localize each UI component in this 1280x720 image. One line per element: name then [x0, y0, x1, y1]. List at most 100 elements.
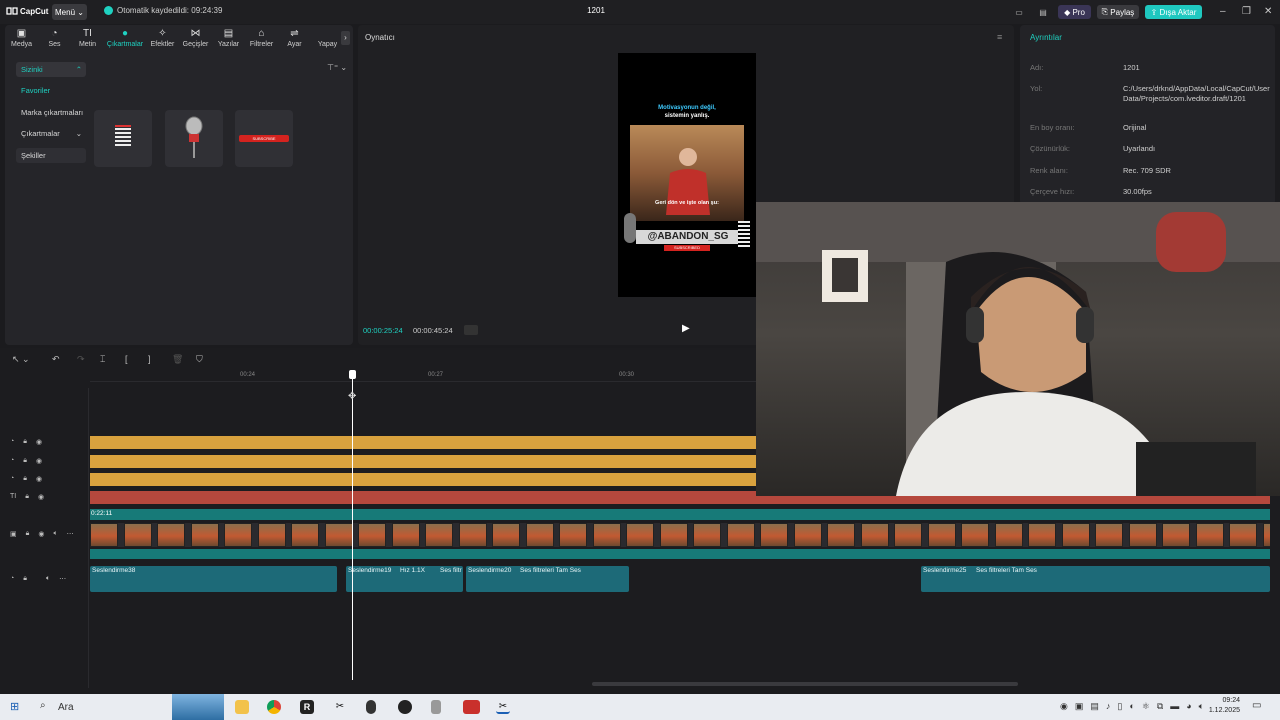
- current-time: 00:00:25:24: [363, 326, 403, 335]
- search-icon[interactable]: ⌕: [40, 700, 46, 711]
- eye-icon[interactable]: ◉: [38, 493, 44, 501]
- taskbar-search[interactable]: Ara: [58, 702, 74, 713]
- video-track-icon: ▣: [10, 531, 17, 538]
- shortcut-icon[interactable]: ▤: [1036, 5, 1050, 19]
- share-button[interactable]: ⎘ Paylaş: [1097, 5, 1139, 19]
- video-thumbnail: [1028, 523, 1056, 547]
- clock-date[interactable]: 1.12.2025: [1200, 707, 1240, 714]
- sidebar-item-shapes[interactable]: Şekiller: [16, 148, 86, 163]
- video-clip-header[interactable]: 0:22:11: [90, 509, 1270, 520]
- sticker-track-icon: ◔: [10, 475, 15, 482]
- text-track-icon: TI: [10, 493, 17, 500]
- track-controls: ◔ 🔒︎ 🔈︎ ⋯: [10, 575, 66, 583]
- more-icon[interactable]: ⋯: [59, 575, 66, 583]
- media-icon: ▣: [16, 28, 27, 39]
- track-controls: ◔ 🔒︎ ◉: [10, 475, 42, 483]
- tab-audio[interactable]: ◔ Ses: [38, 25, 71, 51]
- audio-clip[interactable]: Seslendirme19 Hız 1.1X Ses filtr: [346, 566, 463, 592]
- subscribe-badge: SUBSCRIBE: [239, 135, 289, 142]
- caption-top-line2: sistemin yanlış.: [664, 113, 710, 119]
- obs-icon[interactable]: [398, 700, 412, 714]
- player-menu-icon[interactable]: ≡: [997, 32, 1002, 42]
- lock-icon[interactable]: 🔒︎: [26, 530, 30, 538]
- lock-icon[interactable]: 🔒︎: [25, 493, 29, 501]
- layout-icon[interactable]: ▭: [1012, 5, 1026, 19]
- title-bar: CapCut Menü ⌄ Otomatik kaydedildi: 09:24…: [0, 0, 1280, 24]
- caption-top: Motivasyonun değil,: [658, 105, 716, 111]
- notification-icon[interactable]: ▭: [1252, 700, 1261, 711]
- split-left-icon[interactable]: [: [125, 354, 128, 364]
- audio-clip[interactable]: Seslendirme20 Ses filtreleri Tam Ses: [466, 566, 629, 592]
- voicemeeter-icon[interactable]: [463, 700, 480, 714]
- tab-ai[interactable]: Yapay: [311, 25, 344, 51]
- sticker-equalizer[interactable]: [94, 110, 152, 167]
- minimize-icon[interactable]: –: [1220, 6, 1226, 17]
- close-icon[interactable]: ✕: [1264, 6, 1272, 17]
- widgets-icon[interactable]: [172, 694, 224, 720]
- video-thumbnail: [458, 523, 487, 547]
- windows-start-icon[interactable]: ⊞: [10, 700, 19, 713]
- r-app-icon[interactable]: R: [300, 700, 314, 714]
- tab-filters[interactable]: ⌂ Filtreler: [245, 25, 278, 51]
- delete-icon[interactable]: 🗑: [172, 354, 183, 365]
- eye-icon[interactable]: ◉: [36, 475, 42, 483]
- sidebar-item-favorites[interactable]: Favoriler: [16, 83, 86, 98]
- speaker-icon[interactable]: 🔈︎: [53, 530, 57, 538]
- clock-time[interactable]: 09:24: [1206, 697, 1240, 704]
- equalizer-overlay: [738, 221, 750, 247]
- audio-clip[interactable]: Seslendirme25 Ses filtreleri Tam Ses: [921, 566, 1270, 592]
- tab-effects[interactable]: ✧ Efektler: [146, 25, 179, 51]
- pro-button[interactable]: ◆ Pro: [1058, 5, 1091, 19]
- speaker-icon[interactable]: 🔈︎: [46, 575, 50, 583]
- play-icon[interactable]: ▶: [682, 323, 690, 334]
- mic-app-icon[interactable]: [366, 700, 376, 714]
- sticker-microphone[interactable]: [165, 110, 223, 167]
- chrome-icon[interactable]: [267, 700, 281, 714]
- export-button[interactable]: ⇪ Dışa Aktar: [1145, 5, 1202, 19]
- tab-bar: ▣ Medya ◔ Ses TI Metin ● Çıkartmalar ✧ Efektl…: [5, 25, 353, 51]
- video-preview[interactable]: Motivasyonun değil, sistemin yanlış. Ger…: [618, 53, 756, 297]
- handle-text: @ABANDON_SG: [636, 230, 740, 244]
- playhead-handle[interactable]: [349, 370, 356, 379]
- lock-icon[interactable]: 🔒︎: [23, 438, 27, 446]
- system-tray-icons[interactable]: ◉▣▤♪▯◐⚛⧉▬◕🔈︎: [1060, 701, 1211, 712]
- maximize-icon[interactable]: ❐: [1242, 6, 1251, 17]
- split-icon[interactable]: ⌶: [100, 354, 105, 365]
- sticker-subscribe[interactable]: SUBSCRIBE: [235, 110, 293, 167]
- tab-media[interactable]: ▣ Medya: [5, 25, 38, 51]
- eye-icon[interactable]: ◉: [36, 438, 42, 446]
- eye-icon[interactable]: ◉: [36, 457, 42, 465]
- capcut-active-icon[interactable]: ✂: [496, 700, 510, 714]
- lock-icon[interactable]: 🔒︎: [23, 475, 27, 483]
- tab-transitions[interactable]: ⋈ Geçişler: [179, 25, 212, 51]
- video-thumbnail: [1262, 523, 1270, 547]
- sidebar-item-brand-stickers[interactable]: Marka çıkartmaları: [16, 105, 86, 120]
- audio-clip[interactable]: Seslendirme38: [90, 566, 337, 592]
- subscribe-text: SUBSCRIBED: [664, 245, 710, 251]
- tab-captions[interactable]: ▤ Yazılar: [212, 25, 245, 51]
- timecode-toggle-icon[interactable]: [464, 325, 478, 335]
- mic-app-2-icon[interactable]: [431, 700, 441, 714]
- marker-icon[interactable]: ⛉: [196, 354, 203, 365]
- playhead[interactable]: [352, 370, 353, 680]
- select-tool-icon[interactable]: ↖ ⌄: [12, 354, 30, 365]
- video-clip-frames[interactable]: [90, 523, 1270, 547]
- file-explorer-icon[interactable]: [235, 700, 249, 714]
- filter-sort-icon[interactable]: ⊤⁼ ⌄: [327, 63, 347, 72]
- sidebar-section-yours[interactable]: Sizinki ⌃: [16, 62, 86, 77]
- undo-icon[interactable]: ↶: [52, 354, 60, 365]
- timeline-scrollbar[interactable]: [592, 682, 1018, 686]
- tab-stickers[interactable]: ● Çıkartmalar: [104, 25, 146, 51]
- lock-icon[interactable]: 🔒︎: [23, 457, 27, 465]
- split-right-icon[interactable]: ]: [148, 354, 151, 364]
- capcut-taskbar-icon[interactable]: ✂: [333, 700, 347, 714]
- sidebar-item-stickers[interactable]: Çıkartmalar ⌄: [16, 126, 86, 141]
- tabs-scroll-right-button[interactable]: ›: [341, 31, 350, 45]
- more-icon[interactable]: ⋯: [67, 530, 74, 538]
- tab-text[interactable]: TI Metin: [71, 25, 104, 51]
- video-clip-audio[interactable]: [90, 549, 1270, 559]
- eye-icon[interactable]: ◉: [38, 530, 44, 538]
- tab-adjust[interactable]: ⇌ Ayar: [278, 25, 311, 51]
- redo-icon[interactable]: ↷: [77, 354, 85, 365]
- lock-icon[interactable]: 🔒︎: [23, 575, 27, 583]
